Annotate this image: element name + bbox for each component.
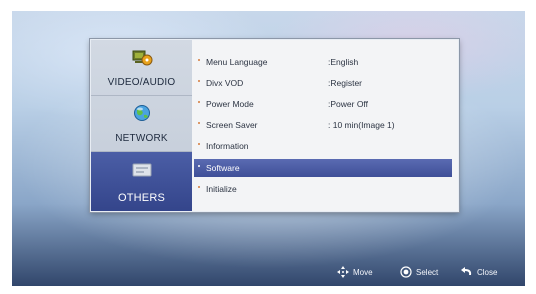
bullet-icon [198,101,200,103]
setting-row-initialize[interactable]: Initialize [194,180,452,198]
settings-list: Menu Language :English Divx VOD :Registe… [192,40,458,211]
setting-name: Divx VOD [206,78,244,88]
setting-row-software[interactable]: Software [194,159,452,177]
setting-name: Power Mode [206,99,254,109]
bullet-icon [198,80,200,82]
video-audio-icon [132,50,153,66]
setting-row-information[interactable]: Information [194,137,452,155]
close-hint-label: Close [477,268,498,277]
setting-name: Menu Language [206,57,268,67]
setting-row-divx-vod[interactable]: Divx VOD :Register [194,74,452,92]
setting-name: Information [206,141,249,151]
setting-value: : 10 min(Image 1) [328,120,395,130]
setting-name: Screen Saver [206,120,258,130]
others-box-icon [132,163,152,177]
category-network[interactable]: NETWORK [91,96,192,152]
setting-value: :Power Off [328,99,368,109]
setting-row-power-mode[interactable]: Power Mode :Power Off [194,95,452,113]
select-hint-label: Select [416,268,439,277]
category-sidebar: VIDEO/AUDIO NETWORK OTHERS [91,40,192,211]
bullet-icon [198,59,200,61]
category-others[interactable]: OTHERS [91,152,192,211]
return-arrow-icon [460,267,474,279]
bullet-icon [198,186,200,188]
setting-value: :Register [328,78,363,88]
category-video-audio[interactable]: VIDEO/AUDIO [91,40,192,96]
setting-row-menu-language[interactable]: Menu Language :English [194,53,452,71]
bullet-icon [198,143,200,145]
setting-value: :English [328,57,359,67]
move-arrows-icon [337,266,349,280]
network-globe-icon [134,105,150,121]
tv-screen: VIDEO/AUDIO NETWORK OTHERS Menu Language… [12,11,525,286]
footer-hints: Move Select Close [12,266,525,281]
bullet-icon [198,122,200,124]
bullet-icon [198,165,200,167]
setting-name: Software [206,163,240,173]
move-hint-label: Move [353,268,373,277]
setting-name: Initialize [206,184,237,194]
select-circle-icon [400,266,412,280]
setup-menu: VIDEO/AUDIO NETWORK OTHERS Menu Language… [90,39,459,212]
setting-row-screen-saver[interactable]: Screen Saver : 10 min(Image 1) [194,116,452,134]
category-label: VIDEO/AUDIO [107,77,176,88]
category-label: NETWORK [115,133,168,144]
category-label: OTHERS [117,192,166,204]
